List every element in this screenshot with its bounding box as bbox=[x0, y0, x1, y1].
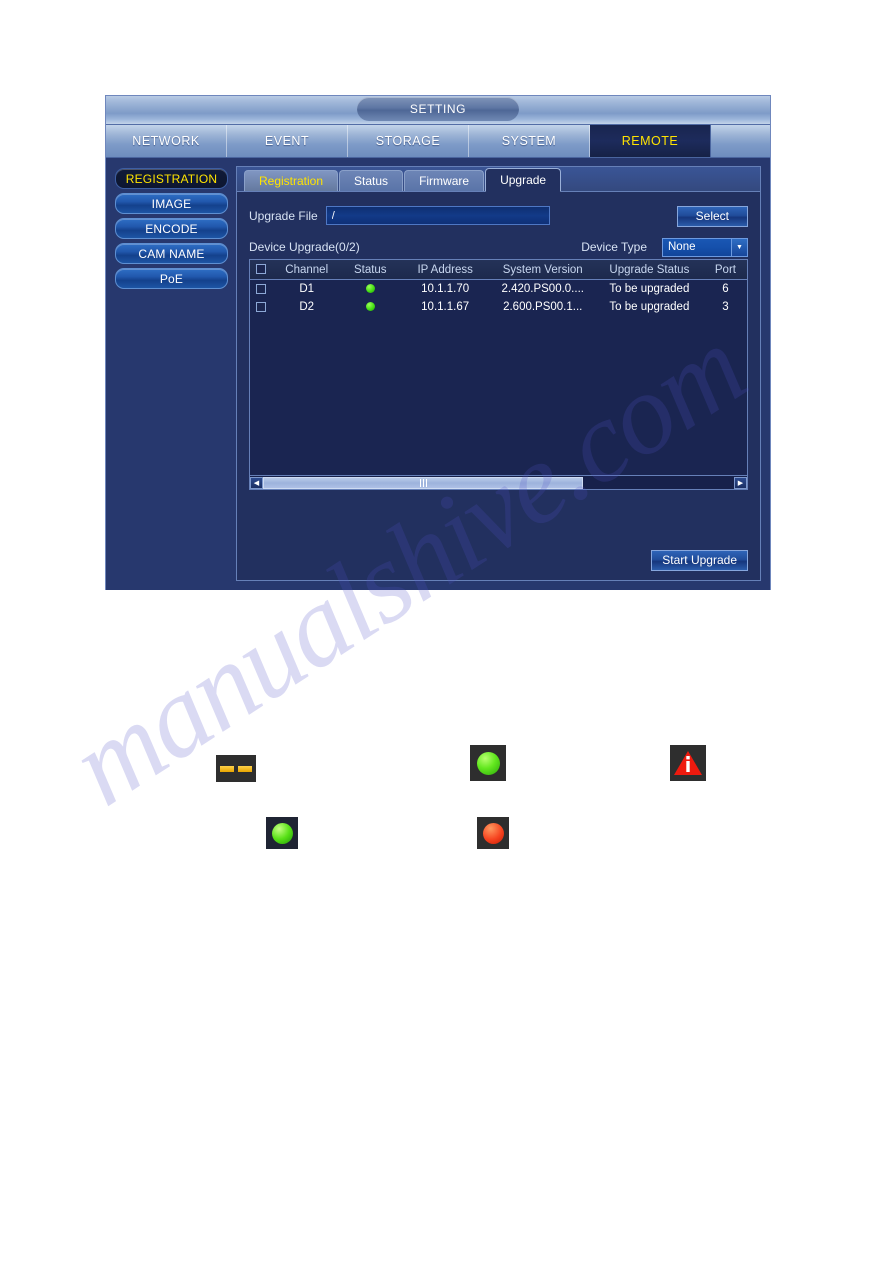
row-checkbox-cell[interactable] bbox=[250, 298, 273, 316]
select-all-header[interactable] bbox=[250, 260, 273, 280]
status-online-icon bbox=[365, 284, 375, 294]
col-header-status: Status bbox=[340, 260, 400, 280]
cell-upgrade-status: To be upgraded bbox=[609, 301, 690, 313]
window-body: REGISTRATION IMAGE ENCODE CAM NAME PoE R… bbox=[106, 158, 770, 590]
green-record-icon bbox=[266, 817, 298, 849]
horizontal-scrollbar[interactable]: ◀ ▶ bbox=[250, 475, 747, 489]
col-header-channel: Channel bbox=[272, 260, 341, 280]
upgrade-file-input[interactable] bbox=[325, 206, 550, 225]
tab-registration[interactable]: Registration bbox=[244, 170, 339, 191]
sidebar-item-poe[interactable]: PoE bbox=[115, 268, 228, 289]
device-type-value: None bbox=[668, 241, 696, 253]
tab-upgrade[interactable]: Upgrade bbox=[485, 168, 562, 192]
scroll-left-icon[interactable]: ◀ bbox=[250, 476, 263, 489]
nav-tab-remote[interactable]: REMOTE bbox=[590, 125, 711, 157]
nav-tab-system[interactable]: SYSTEM bbox=[469, 125, 590, 157]
nav-tab-network[interactable]: NETWORK bbox=[106, 125, 227, 157]
scrollbar-track[interactable] bbox=[263, 476, 734, 489]
scroll-right-icon[interactable]: ▶ bbox=[734, 476, 747, 489]
table-row[interactable]: D1 10.1.1.70 2.420.PS00.0.... To be upgr… bbox=[250, 280, 747, 299]
sidebar-item-encode[interactable]: ENCODE bbox=[115, 218, 228, 239]
cell-port: 3 bbox=[722, 301, 729, 313]
tab-firmware[interactable]: Firmware bbox=[404, 170, 485, 191]
red-ball bbox=[482, 822, 504, 844]
scrollbar-thumb[interactable] bbox=[263, 476, 584, 489]
device-type-label: Device Type bbox=[581, 240, 647, 254]
cell-port: 6 bbox=[722, 283, 729, 295]
cell-status bbox=[341, 280, 400, 299]
cell-system-version: 2.600.PS00.1... bbox=[503, 301, 583, 313]
window-title: SETTING bbox=[357, 97, 519, 121]
col-header-port: Port bbox=[703, 260, 747, 280]
nav-tab-storage[interactable]: STORAGE bbox=[348, 125, 469, 157]
green-status-icon bbox=[470, 745, 506, 781]
upgrade-file-label: Upgrade File bbox=[249, 208, 318, 223]
setting-window: SETTING NETWORK EVENT STORAGE SYSTEM REM… bbox=[105, 95, 771, 590]
device-type-select[interactable]: None ▼ bbox=[662, 237, 748, 257]
select-button[interactable]: Select bbox=[676, 206, 748, 227]
chevron-down-icon[interactable]: ▼ bbox=[731, 238, 747, 256]
cell-system-version: 2.420.PS00.0.... bbox=[501, 283, 584, 295]
sidebar: REGISTRATION IMAGE ENCODE CAM NAME PoE bbox=[115, 166, 228, 581]
select-all-checkbox[interactable] bbox=[256, 264, 267, 275]
cell-channel: D1 bbox=[299, 283, 315, 295]
green-ball bbox=[476, 751, 500, 775]
sidebar-item-registration[interactable]: REGISTRATION bbox=[115, 168, 228, 189]
window-title-bar: SETTING bbox=[106, 96, 770, 125]
start-upgrade-button[interactable]: Start Upgrade bbox=[651, 550, 748, 571]
sidebar-item-image[interactable]: IMAGE bbox=[115, 193, 228, 214]
row-checkbox[interactable] bbox=[256, 301, 267, 312]
red-alarm-icon bbox=[477, 817, 509, 849]
sidebar-item-cam-name[interactable]: CAM NAME bbox=[115, 243, 228, 264]
col-header-upgrade-status: Upgrade Status bbox=[594, 260, 704, 280]
green-ball bbox=[271, 822, 293, 844]
upgrade-panel: Upgrade File Select Device Upgrade(0/2) … bbox=[237, 192, 760, 581]
warning-triangle-icon bbox=[670, 745, 706, 781]
device-type-group: Device Type None ▼ bbox=[581, 237, 748, 257]
device-table: Channel Status IP Address System Version… bbox=[250, 260, 747, 316]
device-table-container: Channel Status IP Address System Version… bbox=[249, 259, 748, 490]
row-checkbox-cell[interactable] bbox=[250, 280, 273, 299]
main-nav: NETWORK EVENT STORAGE SYSTEM REMOTE bbox=[106, 125, 770, 158]
content-panel: Registration Status Firmware Upgrade Upg… bbox=[236, 166, 761, 581]
scrollbar-grip-icon bbox=[419, 478, 427, 487]
nav-tab-spacer bbox=[711, 125, 770, 157]
device-upgrade-row: Device Upgrade(0/2) Device Type None ▼ bbox=[249, 237, 748, 257]
upgrade-file-row: Upgrade File bbox=[249, 206, 748, 225]
cell-upgrade-status: To be upgraded bbox=[609, 283, 690, 295]
warning-triangle-svg bbox=[674, 751, 702, 775]
sub-tab-bar: Registration Status Firmware Upgrade bbox=[237, 167, 760, 192]
table-row[interactable]: D2 10.1.1.67 2.600.PS00.1... To be upgra… bbox=[250, 298, 747, 316]
cell-ip-address: 10.1.1.70 bbox=[421, 283, 470, 295]
row-checkbox[interactable] bbox=[256, 283, 267, 294]
col-header-ip-address: IP Address bbox=[399, 260, 491, 280]
nav-tab-event[interactable]: EVENT bbox=[227, 125, 348, 157]
table-header-row: Channel Status IP Address System Version… bbox=[250, 260, 747, 280]
cell-status bbox=[341, 298, 400, 316]
dashes-icon bbox=[216, 755, 256, 782]
status-online-icon bbox=[365, 302, 375, 312]
cell-channel: D2 bbox=[299, 301, 315, 313]
device-upgrade-label: Device Upgrade(0/2) bbox=[249, 240, 360, 254]
col-header-system-version: System Version bbox=[490, 260, 595, 280]
cell-ip-address: 10.1.1.67 bbox=[421, 301, 470, 313]
tab-status[interactable]: Status bbox=[339, 170, 404, 191]
